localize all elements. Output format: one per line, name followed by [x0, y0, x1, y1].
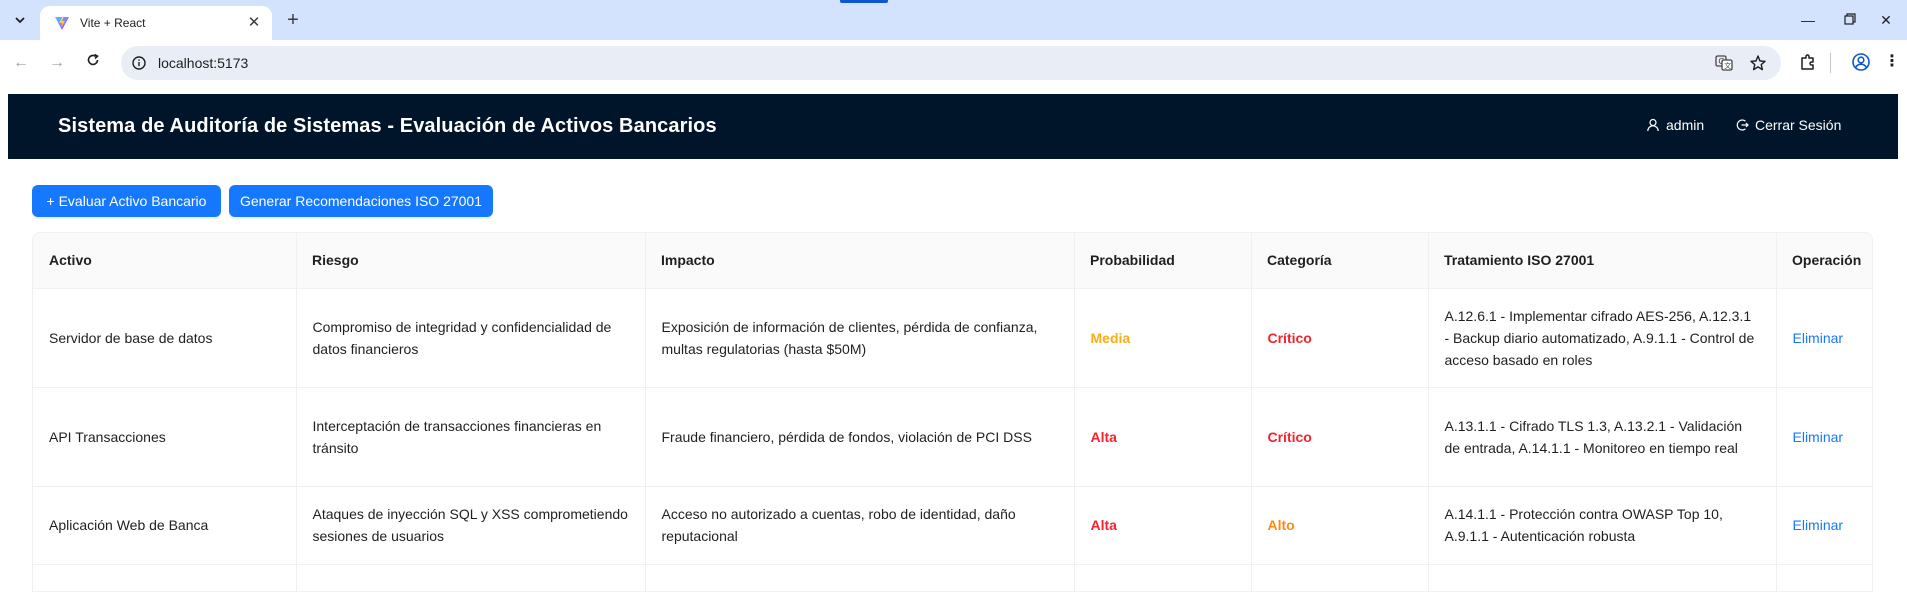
evaluate-asset-button[interactable]: + Evaluar Activo Bancario	[32, 185, 221, 217]
column-header-riesgo[interactable]: Riesgo	[296, 233, 645, 289]
cell-operacion: Eliminar	[1776, 486, 1872, 565]
cell-tratamiento	[1428, 564, 1777, 591]
svg-text:文: 文	[1724, 61, 1731, 70]
column-header-probabilidad[interactable]: Probabilidad	[1074, 233, 1251, 289]
probability-badge: Media	[1090, 329, 1131, 346]
cell-operacion	[1776, 564, 1872, 591]
translate-icon[interactable]: G文	[1715, 54, 1733, 72]
cell-riesgo: Ataques de inyección SQL y XSS compromet…	[296, 486, 646, 565]
user-menu[interactable]: admin	[1646, 117, 1704, 133]
cell-impacto	[645, 564, 1075, 591]
cell-categoria: Crítico	[1251, 288, 1429, 388]
vite-icon	[55, 16, 69, 30]
cell-activo: Servidor de base de datos	[33, 288, 297, 388]
cell-probabilidad: Alta	[1074, 486, 1252, 565]
profile-icon[interactable]	[1851, 52, 1871, 72]
table-row	[33, 564, 1872, 591]
bookmark-star-icon[interactable]	[1749, 54, 1767, 72]
tab-title: Vite + React	[80, 16, 146, 30]
cell-operacion: Eliminar	[1776, 387, 1872, 487]
new-tab-icon[interactable]: +	[282, 9, 304, 31]
tab-close-icon[interactable]: ✕	[246, 15, 262, 31]
close-window-icon[interactable]: ✕	[1876, 10, 1896, 30]
restore-icon[interactable]	[1840, 10, 1860, 30]
user-icon	[1647, 118, 1659, 132]
category-badge: Crítico	[1267, 329, 1312, 346]
extensions-icon[interactable]	[1798, 52, 1818, 72]
category-badge: Alto	[1267, 517, 1295, 533]
logout-label: Cerrar Sesión	[1755, 117, 1842, 133]
cell-impacto: Fraude financiero, pérdida de fondos, vi…	[645, 387, 1075, 487]
cell-probabilidad: Media	[1074, 288, 1252, 388]
cell-tratamiento: A.12.6.1 - Implementar cifrado AES-256, …	[1428, 288, 1777, 388]
cell-categoria	[1251, 564, 1429, 591]
table-row: API Transacciones Interceptación de tran…	[33, 387, 1872, 487]
tab-search-dropdown-icon[interactable]	[8, 8, 32, 32]
column-header-tratamiento[interactable]: Tratamiento ISO 27001	[1428, 233, 1776, 289]
table-row: Servidor de base de datos Compromiso de …	[33, 288, 1872, 388]
cell-riesgo: Compromiso de integridad y confidenciali…	[296, 288, 646, 388]
cell-riesgo: Interceptación de transacciones financie…	[296, 387, 646, 487]
site-info-icon[interactable]	[131, 55, 147, 71]
app-header: Sistema de Auditoría de Sistemas - Evalu…	[8, 94, 1898, 159]
cell-activo	[33, 564, 297, 591]
cell-operacion: Eliminar	[1776, 288, 1872, 388]
reload-icon[interactable]	[82, 52, 104, 74]
logout-button[interactable]: Cerrar Sesión	[1735, 117, 1841, 133]
forward-icon[interactable]: →	[46, 52, 68, 74]
column-header-impacto[interactable]: Impacto	[645, 233, 1074, 289]
generate-recommendations-button[interactable]: Generar Recomendaciones ISO 27001	[229, 185, 493, 217]
probability-badge: Alta	[1090, 517, 1117, 533]
cell-probabilidad	[1074, 564, 1252, 591]
probability-badge: Alta	[1090, 428, 1117, 445]
browser-menu-icon[interactable]: ⋮	[1884, 51, 1900, 73]
cell-tratamiento: A.14.1.1 - Protección contra OWASP Top 1…	[1428, 486, 1777, 565]
cell-tratamiento: A.13.1.1 - Cifrado TLS 1.3, A.13.2.1 - V…	[1428, 387, 1777, 487]
cell-activo: Aplicación Web de Banca	[33, 486, 297, 565]
table-row: Aplicación Web de Banca Ataques de inyec…	[33, 486, 1872, 565]
cell-categoria: Crítico	[1251, 387, 1429, 487]
toolbar-divider	[1830, 53, 1831, 73]
minimize-icon[interactable]: —	[1798, 10, 1818, 30]
delete-link[interactable]: Eliminar	[1793, 330, 1844, 346]
column-header-operacion[interactable]: Operación	[1776, 233, 1872, 289]
cell-riesgo	[296, 564, 646, 591]
cell-categoria: Alto	[1251, 486, 1429, 565]
address-bar[interactable]: localhost:5173 G文	[121, 46, 1781, 80]
cell-activo: API Transacciones	[33, 387, 297, 487]
browser-tab-strip: Vite + React ✕ + — ✕	[0, 0, 1907, 40]
cell-probabilidad: Alta	[1074, 387, 1252, 487]
column-header-activo[interactable]: Activo	[33, 233, 296, 289]
page-title: Sistema de Auditoría de Sistemas - Evalu…	[58, 115, 717, 137]
cell-impacto: Acceso no autorizado a cuentas, robo de …	[645, 486, 1075, 565]
tab-strip-indicator	[840, 0, 888, 3]
table-header-row: Activo Riesgo Impacto Probabilidad Categ…	[33, 233, 1872, 289]
browser-toolbar: ← → localhost:5173 G文 ⋮	[0, 40, 1907, 86]
back-icon[interactable]: ←	[10, 52, 32, 74]
delete-link[interactable]: Eliminar	[1793, 517, 1844, 533]
url-text: localhost:5173	[158, 55, 249, 71]
username-label: admin	[1666, 117, 1705, 133]
browser-tab-active[interactable]: Vite + React ✕	[40, 6, 272, 40]
assets-table: Activo Riesgo Impacto Probabilidad Categ…	[32, 232, 1873, 592]
category-badge: Crítico	[1267, 428, 1312, 445]
delete-link[interactable]: Eliminar	[1793, 429, 1844, 445]
cell-impacto: Exposición de información de clientes, p…	[645, 288, 1075, 388]
logout-icon	[1736, 119, 1749, 131]
column-header-categoria[interactable]: Categoría	[1251, 233, 1428, 289]
